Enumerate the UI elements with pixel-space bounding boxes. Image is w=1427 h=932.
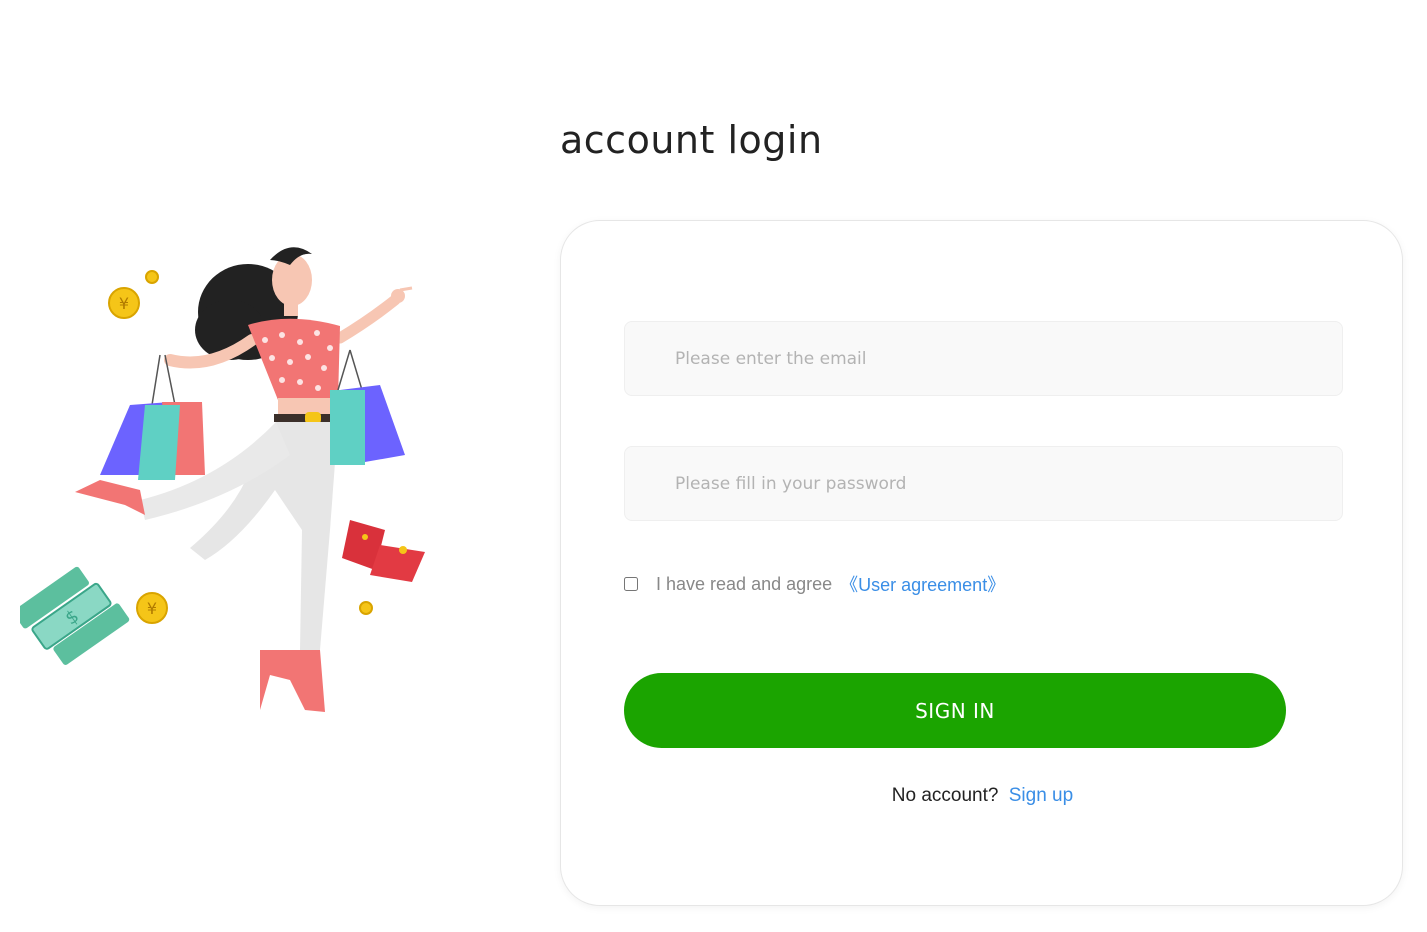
sign-up-link[interactable]: Sign up [1009,785,1073,806]
login-card: I have read and agree 《User agreement》 S… [560,220,1403,906]
agreement-text: I have read and agree [656,573,833,594]
coin-icon: ¥ [108,287,140,319]
page-title: account login [560,118,823,162]
login-page: ¥ ¥ $ account login Please enter the ema… [0,0,1427,932]
agreement-checkbox[interactable] [624,577,638,591]
agreement-row: I have read and agree 《User agreement》 [624,571,1005,597]
red-envelope-icon [342,520,425,582]
email-field[interactable] [624,321,1343,396]
svg-text:¥: ¥ [147,599,157,618]
password-field[interactable] [624,446,1343,521]
svg-text:¥: ¥ [119,294,129,313]
user-agreement-link[interactable]: 《User agreement》 [840,571,1005,597]
coin-icon: ¥ [136,592,168,624]
money-bills-icon: $ [20,566,130,665]
coin-icon [145,270,159,284]
sign-in-button[interactable]: SIGN IN [624,673,1286,748]
shopping-woman-illustration: ¥ ¥ $ [20,247,425,712]
signup-row: No account? Sign up [561,785,1404,807]
signup-prompt: No account? [891,785,999,806]
coin-icon [359,601,373,615]
